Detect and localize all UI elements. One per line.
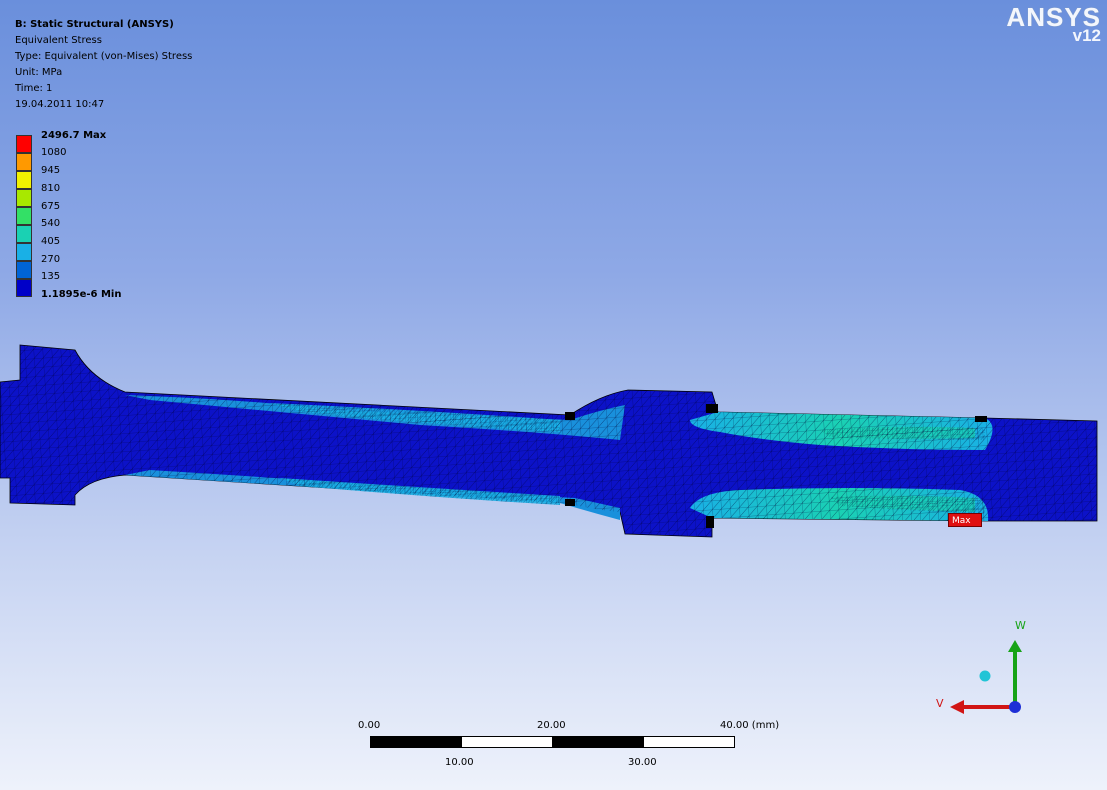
- w-axis-arrow: [1008, 640, 1022, 652]
- scale-segment-light: [461, 736, 553, 748]
- axis-triad[interactable]: W V: [936, 619, 1026, 714]
- v-axis-label: V: [936, 697, 944, 710]
- notch: [706, 404, 718, 413]
- shaft-model[interactable]: [0, 344, 1098, 538]
- scale-tick-label: 10.00: [445, 757, 474, 768]
- w-axis-label: W: [1015, 619, 1026, 632]
- v-axis-arrow: [950, 700, 964, 714]
- notch: [706, 516, 714, 528]
- max-probe-tag[interactable]: Max: [948, 513, 982, 527]
- notch: [565, 412, 575, 420]
- scale-tick-label: 30.00: [628, 757, 657, 768]
- scale-segment-light: [643, 736, 735, 748]
- scale-segment-dark: [552, 736, 644, 748]
- notch: [565, 499, 575, 506]
- scale-tick-label: 20.00: [537, 720, 566, 731]
- isometric-view-ball[interactable]: [979, 670, 991, 682]
- scale-segment-dark: [370, 736, 462, 748]
- notch: [975, 416, 987, 422]
- model-viewport[interactable]: W V: [0, 0, 1107, 790]
- u-axis-dot: [1009, 701, 1021, 713]
- scale-bar: 0.00 20.00 40.00 (mm) 10.00 30.00: [355, 720, 795, 780]
- scale-tick-label: 0.00: [358, 720, 381, 731]
- scale-tick-label: 40.00 (mm): [720, 720, 780, 731]
